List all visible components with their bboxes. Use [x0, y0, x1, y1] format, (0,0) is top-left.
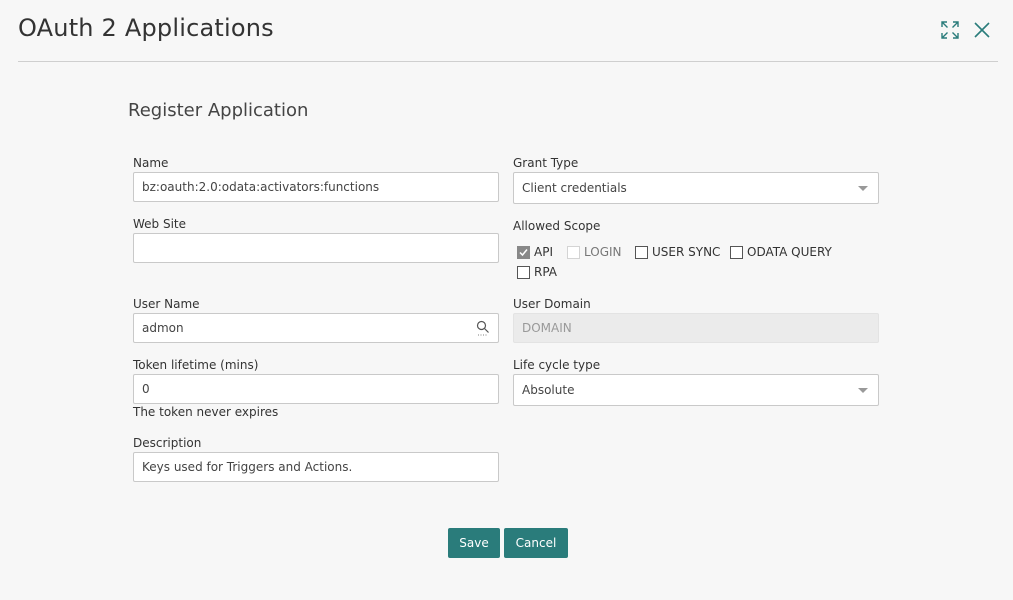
checkbox-checked-icon [517, 245, 530, 259]
grant-type-select[interactable]: Client credentials [513, 172, 879, 204]
scope-login-checkbox[interactable]: LOGIN [567, 245, 622, 259]
page-title: OAuth 2 Applications [18, 14, 274, 42]
checkbox-icon [730, 245, 743, 259]
user-domain-field: DOMAIN [513, 313, 879, 343]
chevron-down-icon [858, 186, 868, 191]
token-lifetime-label: Token lifetime (mins) [133, 358, 259, 372]
user-domain-label: User Domain [513, 297, 591, 311]
username-field[interactable]: admon [133, 313, 499, 343]
username-field-value: admon [142, 321, 184, 335]
maximize-icon[interactable] [940, 20, 960, 40]
cancel-button[interactable]: Cancel [504, 528, 568, 558]
token-lifetime-note: The token never expires [133, 405, 279, 419]
scope-rpa-label: RPA [534, 265, 558, 279]
section-title: Register Application [128, 100, 309, 121]
scope-rpa-checkbox[interactable]: RPA [517, 265, 557, 279]
website-field[interactable] [133, 233, 499, 263]
name-label: Name [133, 156, 169, 170]
scope-odata-query-label: ODATA QUERY [747, 245, 832, 259]
life-cycle-value: Absolute [522, 383, 575, 397]
token-lifetime-value: 0 [142, 382, 150, 396]
checkbox-icon [635, 245, 648, 259]
description-label: Description [133, 436, 202, 450]
allowed-scope-label: Allowed Scope [513, 219, 601, 233]
username-label: User Name [133, 297, 200, 311]
checkbox-icon [517, 265, 530, 279]
scope-user-sync-label: USER SYNC [652, 245, 721, 259]
header-divider [18, 61, 998, 62]
token-lifetime-field[interactable]: 0 [133, 374, 499, 404]
scope-api-label: API [534, 245, 553, 259]
save-button[interactable]: Save [448, 528, 500, 558]
description-field-value: Keys used for Triggers and Actions. [142, 460, 353, 474]
user-domain-value: DOMAIN [522, 321, 572, 335]
grant-type-value: Client credentials [522, 181, 627, 195]
close-icon[interactable] [972, 20, 992, 40]
scope-user-sync-checkbox[interactable]: USER SYNC [635, 245, 720, 259]
scope-login-label: LOGIN [584, 245, 622, 259]
search-icon[interactable] [476, 320, 490, 339]
website-label: Web Site [133, 217, 187, 231]
grant-type-label: Grant Type [513, 156, 579, 170]
checkbox-disabled-icon [567, 245, 580, 259]
name-field[interactable]: bz:oauth:2.0:odata:activators:functions [133, 172, 499, 202]
scope-odata-query-checkbox[interactable]: ODATA QUERY [730, 245, 832, 259]
life-cycle-select[interactable]: Absolute [513, 374, 879, 406]
life-cycle-label: Life cycle type [513, 358, 601, 372]
description-field[interactable]: Keys used for Triggers and Actions. [133, 452, 499, 482]
chevron-down-icon [858, 388, 868, 393]
name-field-value: bz:oauth:2.0:odata:activators:functions [142, 180, 380, 194]
scope-api-checkbox[interactable]: API [517, 245, 553, 259]
